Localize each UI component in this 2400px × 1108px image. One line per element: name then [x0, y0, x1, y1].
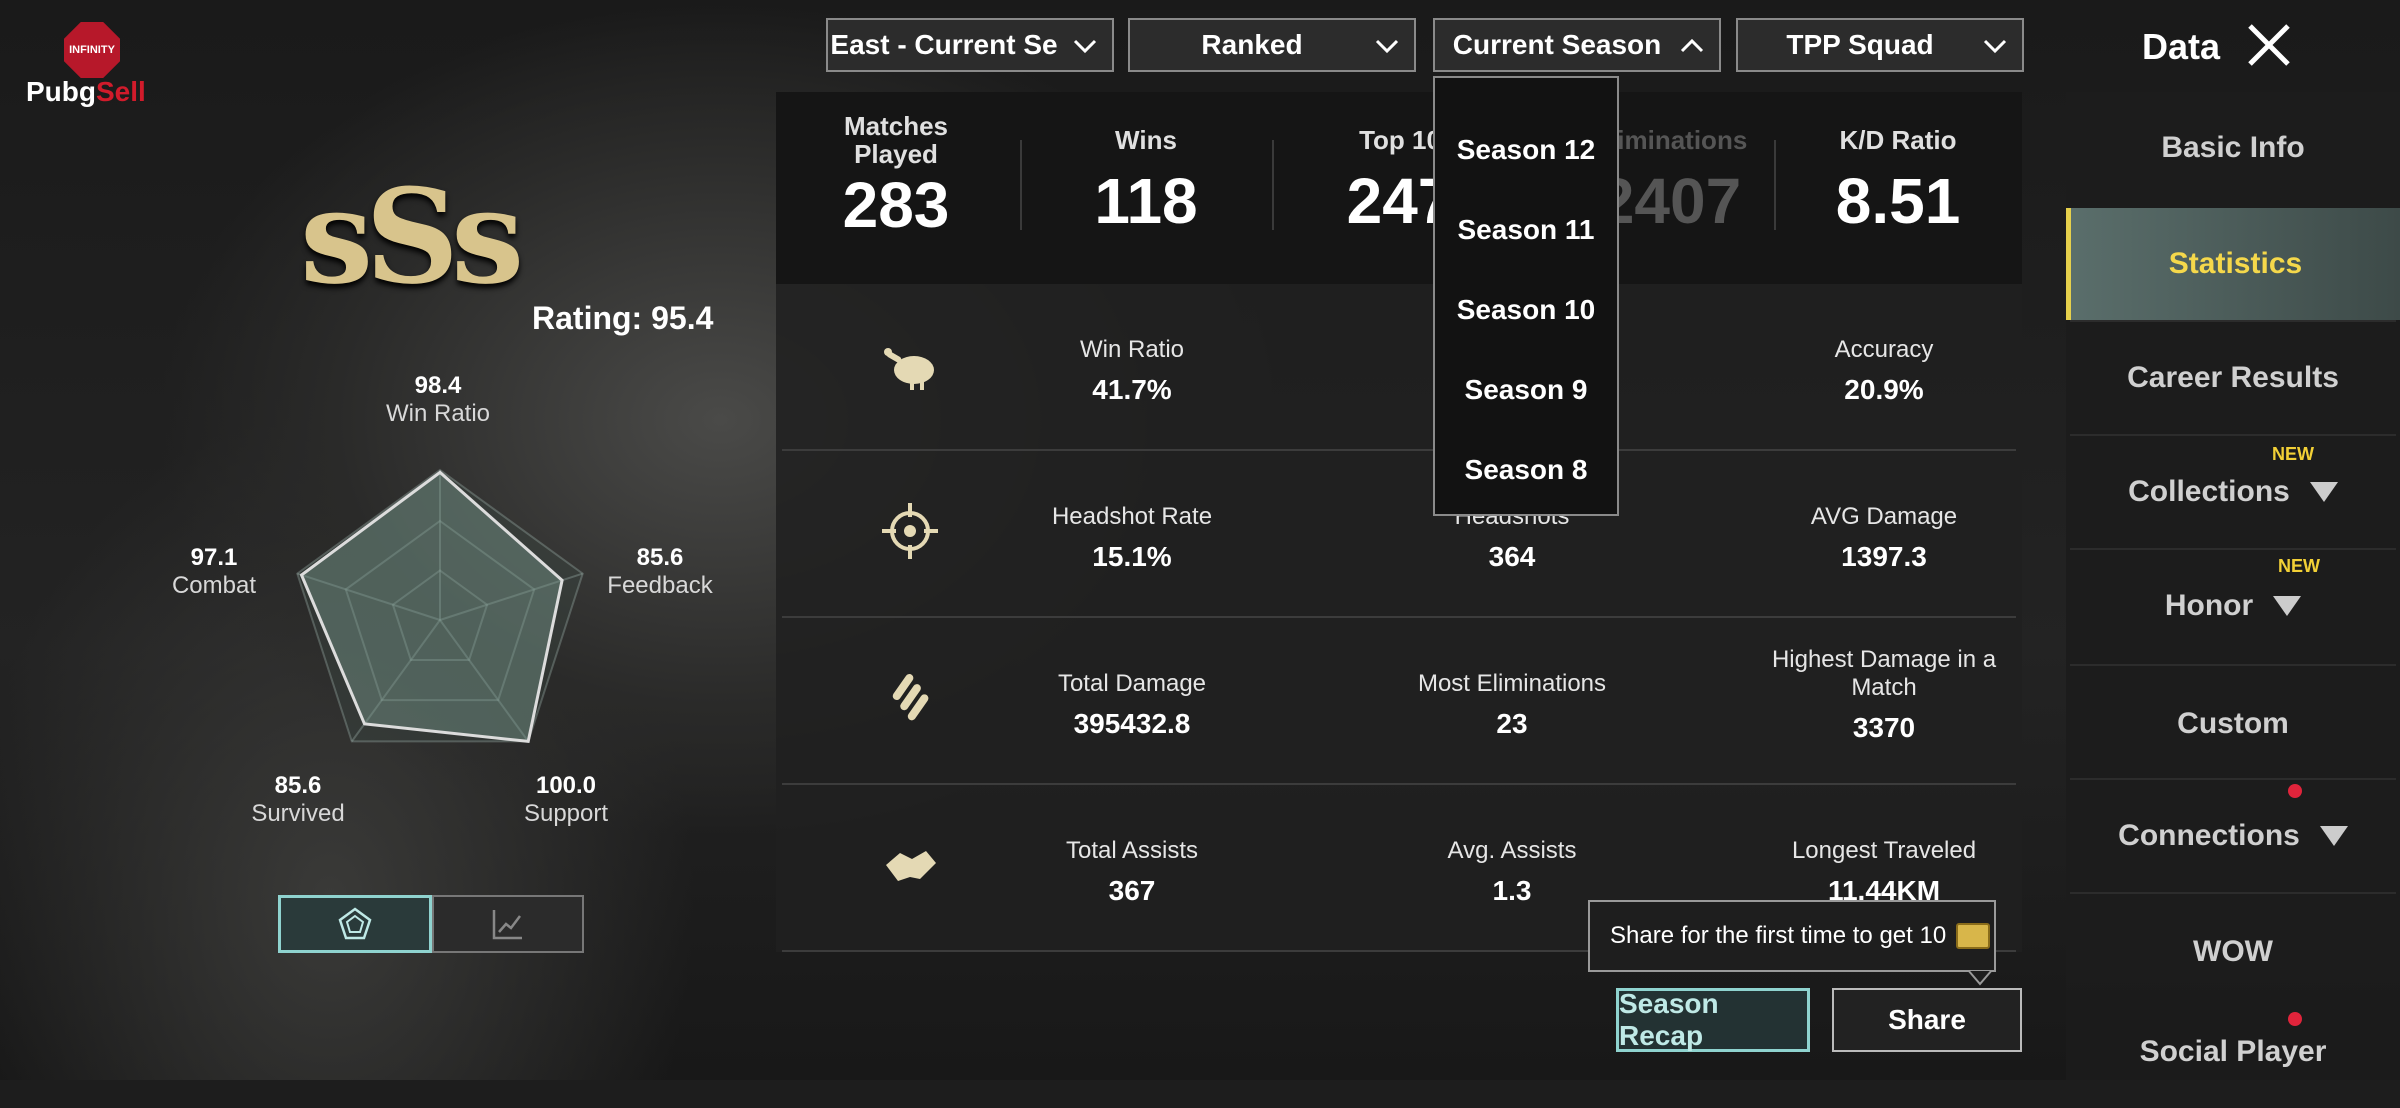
handshake-icon [886, 851, 936, 881]
cell-longest-traveled: Longest Traveled 11.44KM [1791, 837, 1977, 906]
nav-career-results[interactable]: Career Results [2066, 322, 2400, 434]
mode-dropdown[interactable]: Ranked [1128, 18, 1416, 72]
logo-text-red: Sell [96, 76, 146, 107]
divider [2070, 320, 2396, 322]
cell-win-ratio: Win Ratio 41.7% [1079, 336, 1185, 405]
chevron-down-icon [2319, 826, 2348, 846]
cell-highest-damage: Highest Damage in a Match 3370 [1771, 646, 1997, 743]
crosshair-icon [882, 503, 938, 559]
cell-avg-assists: Avg. Assists 1.3 [1447, 837, 1577, 906]
radar-chart [296, 468, 584, 744]
divider [1020, 140, 1022, 230]
share-button[interactable]: Share [1832, 988, 2022, 1052]
radar-label-combat: 97.1 Combat [171, 544, 257, 599]
nav-custom[interactable]: Custom [2066, 668, 2400, 780]
season-menu-item[interactable]: Season 11 [1435, 214, 1617, 246]
new-badge: NEW [2278, 556, 2320, 576]
stat-wins: Wins 118 [1094, 125, 1198, 237]
line-chart-icon [492, 910, 522, 940]
chevron-down-icon [1073, 39, 1097, 54]
divider [2070, 664, 2396, 666]
divider [2070, 892, 2396, 894]
close-icon[interactable] [2246, 22, 2292, 68]
logo-badge: INFINITY [64, 22, 120, 78]
cell-total-assists: Total Assists 367 [1065, 837, 1199, 906]
nav-honor[interactable]: Honor [2066, 550, 2400, 662]
coupon-icon [1956, 923, 1991, 949]
season-menu-item[interactable]: Season 8 [1435, 454, 1617, 486]
radar-label-win-ratio: 98.4 Win Ratio [385, 372, 491, 427]
nav-social-player[interactable]: Social Player [2066, 996, 2400, 1108]
radar-label-survived: 85.6 Survived [251, 772, 345, 827]
chicken-icon [884, 348, 934, 390]
chevron-down-icon [2309, 482, 2338, 502]
notification-dot [2288, 784, 2302, 798]
radar-label-support: 100.0 Support [523, 772, 609, 827]
tooltip-pointer [1968, 970, 1992, 986]
stats-row-1: Win Ratio41.7% Top 10 Rate87.3% Accuracy… [782, 284, 2016, 451]
chart-view-toggle [278, 895, 584, 953]
stat-kd-ratio: K/D Ratio 8.51 [1835, 125, 1961, 237]
chevron-down-icon [1375, 39, 1399, 54]
nav-collections[interactable]: Collections [2066, 436, 2400, 548]
divider [1774, 140, 1776, 230]
pentagon-icon [338, 907, 372, 940]
cell-headshot-rate: Headshot Rate 15.1% [1051, 503, 1213, 572]
nav-basic-info[interactable]: Basic Info [2066, 92, 2400, 204]
chevron-down-icon [1983, 39, 2007, 54]
season-recap-button[interactable]: Season Recap [1616, 988, 1810, 1052]
cell-most-eliminations: Most Eliminations 23 [1417, 670, 1607, 739]
season-menu-item[interactable]: Season 9 [1435, 374, 1617, 406]
rating-text: Rating: 95.4 [532, 300, 714, 336]
radar-label-feedback: 85.6 Feedback [607, 544, 713, 599]
page-title: Data [2142, 26, 2221, 67]
season-dropdown[interactable]: Current Season [1433, 18, 1721, 72]
share-reward-tooltip: Share for the first time to get 10 [1588, 900, 1996, 972]
stat-matches-played: Matches Played 283 [842, 111, 950, 241]
bullets-icon [892, 674, 929, 721]
team-dropdown[interactable]: TPP Squad [1736, 18, 2024, 72]
nav-wow[interactable]: WOW [2066, 896, 2400, 1008]
new-badge: NEW [2272, 444, 2314, 464]
season-menu-item[interactable]: Season 12 [1435, 134, 1617, 166]
notification-dot [2288, 1012, 2302, 1026]
chevron-down-icon [2273, 596, 2302, 616]
stats-row-3: Total Damage 395432.8 Most Eliminations 23… [782, 618, 2016, 785]
trend-view-button[interactable] [432, 895, 584, 953]
season-menu-item[interactable]: Season 13 [1435, 78, 1617, 84]
cell-total-damage: Total Damage 395432.8 [1057, 670, 1207, 739]
server-dropdown[interactable]: East - Current Se [826, 18, 1114, 72]
divider [2070, 434, 2396, 436]
tier-emblem: sSs [300, 160, 524, 313]
divider [2070, 778, 2396, 780]
cell-avg-damage: AVG Damage 1397.3 [1810, 503, 1958, 572]
nav-statistics[interactable]: Statistics [2066, 208, 2400, 320]
stats-row-2: Headshot Rate 15.1% Headshots 364 AVG Dama… [782, 451, 2016, 618]
radar-view-button[interactable] [278, 895, 432, 953]
divider [2070, 548, 2396, 550]
pubgsell-logo: INFINITY PubgSell [22, 22, 172, 112]
divider [1272, 140, 1274, 230]
cell-accuracy: Accuracy 20.9% [1834, 336, 1934, 405]
logo-text-white: Pubg [26, 76, 96, 107]
nav-connections[interactable]: Connections [2066, 780, 2400, 892]
season-menu-item[interactable]: Season 10 [1435, 294, 1617, 326]
chevron-up-icon [1680, 38, 1704, 53]
season-menu: Season 13 Season 12 Season 11 Season 10 … [1433, 76, 1619, 516]
